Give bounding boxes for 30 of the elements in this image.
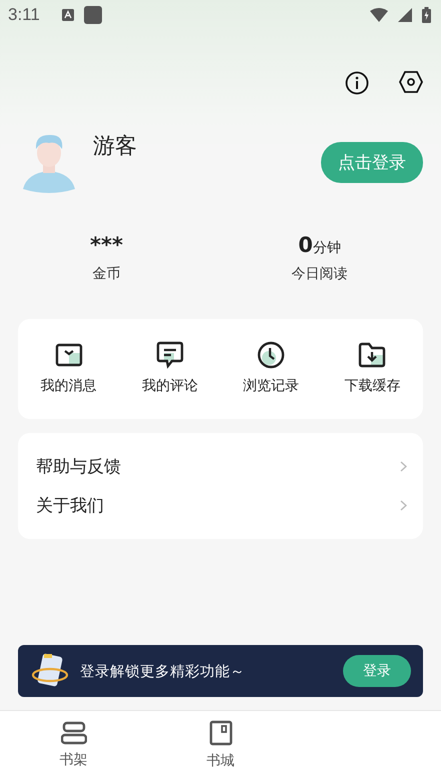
shortcut-item[interactable]: 我的消息: [18, 341, 120, 395]
comment-icon: [156, 341, 184, 369]
nav-tab[interactable]: 书架: [0, 711, 147, 784]
signal-icon: [398, 8, 412, 22]
nav-tab[interactable]: 书城: [147, 711, 294, 784]
stat-value: ***: [90, 233, 123, 257]
shortcut-item[interactable]: 下载缓存: [322, 341, 423, 395]
menu-item[interactable]: 帮助与反馈: [18, 447, 423, 486]
chevron-right-icon: [400, 500, 407, 511]
stat-label: 今日阅读: [292, 265, 348, 283]
keyboard-icon: [62, 9, 74, 21]
shortcut-item[interactable]: 浏览记录: [220, 341, 322, 395]
info-icon[interactable]: [345, 71, 369, 95]
stat-value: 0分钟: [298, 233, 341, 257]
book-icon: [208, 720, 232, 746]
battery-icon: [422, 7, 431, 23]
menu-item[interactable]: 关于我们: [18, 486, 423, 525]
user-name: 游客: [93, 133, 138, 161]
mail-icon: [54, 341, 83, 369]
clock-icon: [257, 341, 286, 369]
shortcut-item[interactable]: 我的评论: [119, 341, 220, 395]
wifi-icon: [370, 8, 388, 22]
app-icon: [84, 6, 102, 24]
stat-label: 金币: [92, 265, 120, 283]
chevron-right-icon: [400, 461, 407, 472]
folder-download-icon: [358, 341, 386, 369]
banner-text: 登录解锁更多精彩功能～: [80, 662, 246, 680]
settings-icon[interactable]: [399, 71, 423, 93]
status-time: 3:11: [8, 5, 40, 25]
shelf-icon: [60, 720, 86, 744]
